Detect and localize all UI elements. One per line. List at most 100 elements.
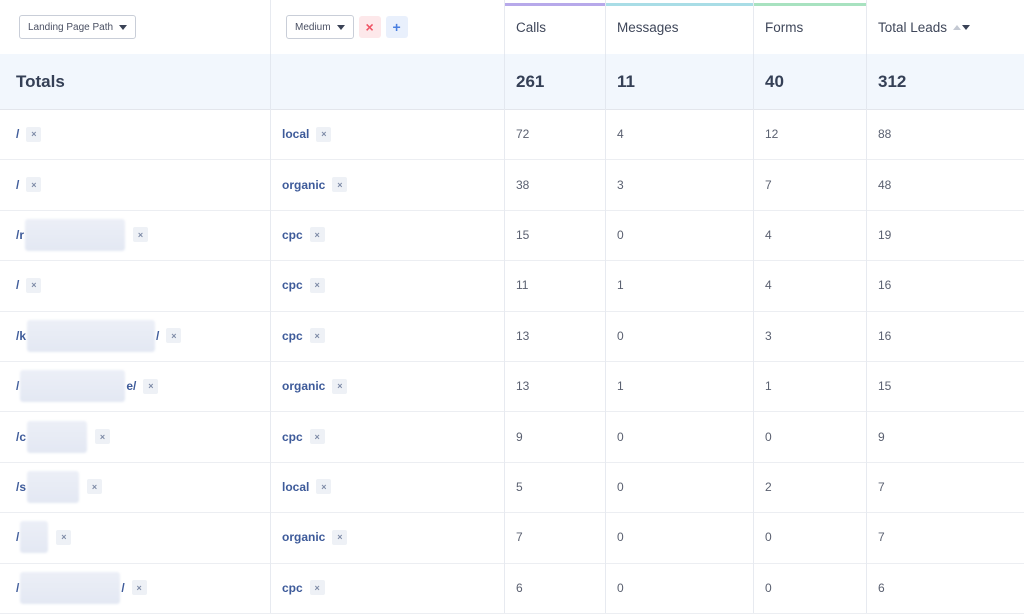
totals-label: Totals bbox=[0, 54, 271, 109]
messages-value: 3 bbox=[606, 159, 754, 210]
messages-value: 0 bbox=[606, 310, 754, 361]
remove-filter-icon[interactable]: × bbox=[332, 529, 348, 545]
forms-value: 0 bbox=[754, 562, 867, 613]
landing-page-path-value[interactable]: / bbox=[16, 178, 19, 192]
calls-value: 6 bbox=[505, 562, 606, 613]
medium-value[interactable]: organic bbox=[282, 379, 325, 393]
medium-value[interactable]: cpc bbox=[282, 430, 303, 444]
landing-page-path-value[interactable]: / bbox=[16, 278, 19, 292]
forms-value: 7 bbox=[754, 159, 867, 210]
landing-page-path-value[interactable]: / e/ bbox=[16, 370, 136, 403]
calls-color-bar bbox=[505, 3, 605, 6]
remove-filter-icon[interactable]: × bbox=[316, 126, 332, 142]
column-header-calls[interactable]: Calls bbox=[505, 0, 606, 54]
medium-dropdown[interactable]: Medium bbox=[286, 15, 354, 39]
landing-page-path-value[interactable]: /c bbox=[16, 420, 88, 453]
path-start: /k bbox=[16, 328, 27, 343]
landing-page-path-value[interactable]: /r bbox=[16, 218, 126, 251]
landing-page-path-value[interactable]: /s bbox=[16, 470, 80, 503]
messages-value: 0 bbox=[606, 562, 754, 613]
remove-filter-icon[interactable]: × bbox=[166, 328, 182, 344]
medium-value[interactable]: organic bbox=[282, 178, 325, 192]
landing-page-path-label: Landing Page Path bbox=[28, 21, 114, 33]
table-row[interactable]: / × local × 72 4 12 88 bbox=[0, 109, 1024, 161]
landing-page-path-cell: /s × bbox=[0, 461, 271, 513]
redacted-text bbox=[25, 218, 126, 251]
landing-page-path-value[interactable]: / bbox=[16, 127, 19, 141]
table-row[interactable]: /r × cpc × 15 0 4 19 bbox=[0, 209, 1024, 262]
remove-filter-icon[interactable]: × bbox=[309, 328, 325, 344]
landing-page-path-cell: / × bbox=[0, 260, 271, 311]
remove-filter-icon[interactable]: × bbox=[133, 227, 149, 243]
remove-filter-icon[interactable]: × bbox=[309, 227, 325, 243]
close-icon: × bbox=[365, 19, 374, 35]
table-row[interactable]: / / × cpc × 6 0 0 6 bbox=[0, 562, 1024, 614]
medium-cell: organic × bbox=[271, 159, 505, 210]
remove-filter-icon[interactable]: × bbox=[143, 378, 159, 394]
landing-page-path-cell: / × bbox=[0, 109, 271, 160]
medium-value[interactable]: cpc bbox=[282, 228, 303, 242]
medium-value[interactable]: cpc bbox=[282, 329, 303, 343]
forms-color-bar bbox=[754, 3, 866, 6]
column-header-forms[interactable]: Forms bbox=[754, 0, 867, 54]
medium-value[interactable]: organic bbox=[282, 530, 325, 544]
chevron-down-icon bbox=[119, 24, 128, 30]
table-row[interactable]: / × organic × 7 0 0 7 bbox=[0, 512, 1024, 564]
remove-dimension-button[interactable]: × bbox=[358, 16, 381, 38]
medium-cell: local × bbox=[271, 461, 505, 513]
messages-value: 1 bbox=[606, 260, 754, 311]
landing-page-path-value[interactable]: /k / bbox=[16, 319, 159, 352]
medium-cell: cpc × bbox=[271, 209, 505, 261]
remove-filter-icon[interactable]: × bbox=[26, 126, 42, 142]
calls-value: 11 bbox=[505, 260, 606, 311]
total-leads-value: 88 bbox=[878, 127, 892, 142]
landing-page-path-value[interactable]: / bbox=[16, 521, 49, 554]
remove-filter-icon[interactable]: × bbox=[309, 429, 325, 445]
column-header-total-leads[interactable]: Total Leads bbox=[867, 0, 1024, 54]
remove-filter-icon[interactable]: × bbox=[95, 429, 111, 445]
sort-icon[interactable] bbox=[953, 24, 971, 30]
remove-filter-icon[interactable]: × bbox=[332, 378, 348, 394]
table-row[interactable]: / × organic × 38 3 7 48 bbox=[0, 159, 1024, 211]
path-start: / bbox=[16, 530, 20, 545]
landing-page-path-cell: / e/ × bbox=[0, 361, 271, 412]
path-start: / bbox=[16, 177, 20, 192]
medium-cell: cpc × bbox=[271, 310, 505, 361]
medium-value[interactable]: cpc bbox=[282, 278, 303, 292]
remove-filter-icon[interactable]: × bbox=[332, 177, 348, 193]
table-row[interactable]: / e/ × organic × 13 1 1 15 bbox=[0, 361, 1024, 413]
redacted-text bbox=[20, 370, 126, 403]
remove-filter-icon[interactable]: × bbox=[316, 479, 332, 495]
medium-label: Medium bbox=[295, 21, 331, 33]
path-start: / bbox=[16, 580, 20, 595]
remove-filter-icon[interactable]: × bbox=[131, 580, 147, 596]
table-row[interactable]: / × cpc × 11 1 4 16 bbox=[0, 260, 1024, 312]
add-dimension-button[interactable]: + bbox=[385, 16, 408, 38]
remove-filter-icon[interactable]: × bbox=[87, 479, 103, 495]
total-leads-value: 15 bbox=[878, 379, 892, 394]
sort-down-icon bbox=[962, 24, 971, 30]
total-leads-value: 48 bbox=[878, 177, 892, 192]
totals-total-leads: 312 bbox=[878, 71, 907, 91]
remove-filter-icon[interactable]: × bbox=[56, 529, 72, 545]
redacted-text bbox=[20, 521, 49, 554]
total-leads-value: 19 bbox=[878, 227, 892, 242]
table-row[interactable]: /s × local × 5 0 2 7 bbox=[0, 461, 1024, 514]
landing-page-path-cell: / × bbox=[0, 159, 271, 210]
table-row[interactable]: /k / × cpc × 13 0 3 16 bbox=[0, 310, 1024, 362]
landing-page-path-cell: /k / × bbox=[0, 310, 271, 361]
landing-page-path-dropdown[interactable]: Landing Page Path bbox=[19, 15, 137, 39]
medium-value[interactable]: local bbox=[282, 127, 309, 141]
remove-filter-icon[interactable]: × bbox=[309, 580, 325, 596]
medium-value[interactable]: local bbox=[282, 480, 309, 494]
messages-value: 0 bbox=[606, 411, 754, 462]
landing-page-path-value[interactable]: / / bbox=[16, 571, 125, 604]
remove-filter-icon[interactable]: × bbox=[26, 277, 42, 293]
medium-value[interactable]: cpc bbox=[282, 581, 303, 595]
path-start: / bbox=[16, 127, 20, 142]
remove-filter-icon[interactable]: × bbox=[309, 277, 325, 293]
redacted-text bbox=[20, 571, 121, 604]
table-row[interactable]: /c × cpc × 9 0 0 9 bbox=[0, 411, 1024, 463]
column-header-messages[interactable]: Messages bbox=[606, 0, 754, 54]
remove-filter-icon[interactable]: × bbox=[26, 177, 42, 193]
